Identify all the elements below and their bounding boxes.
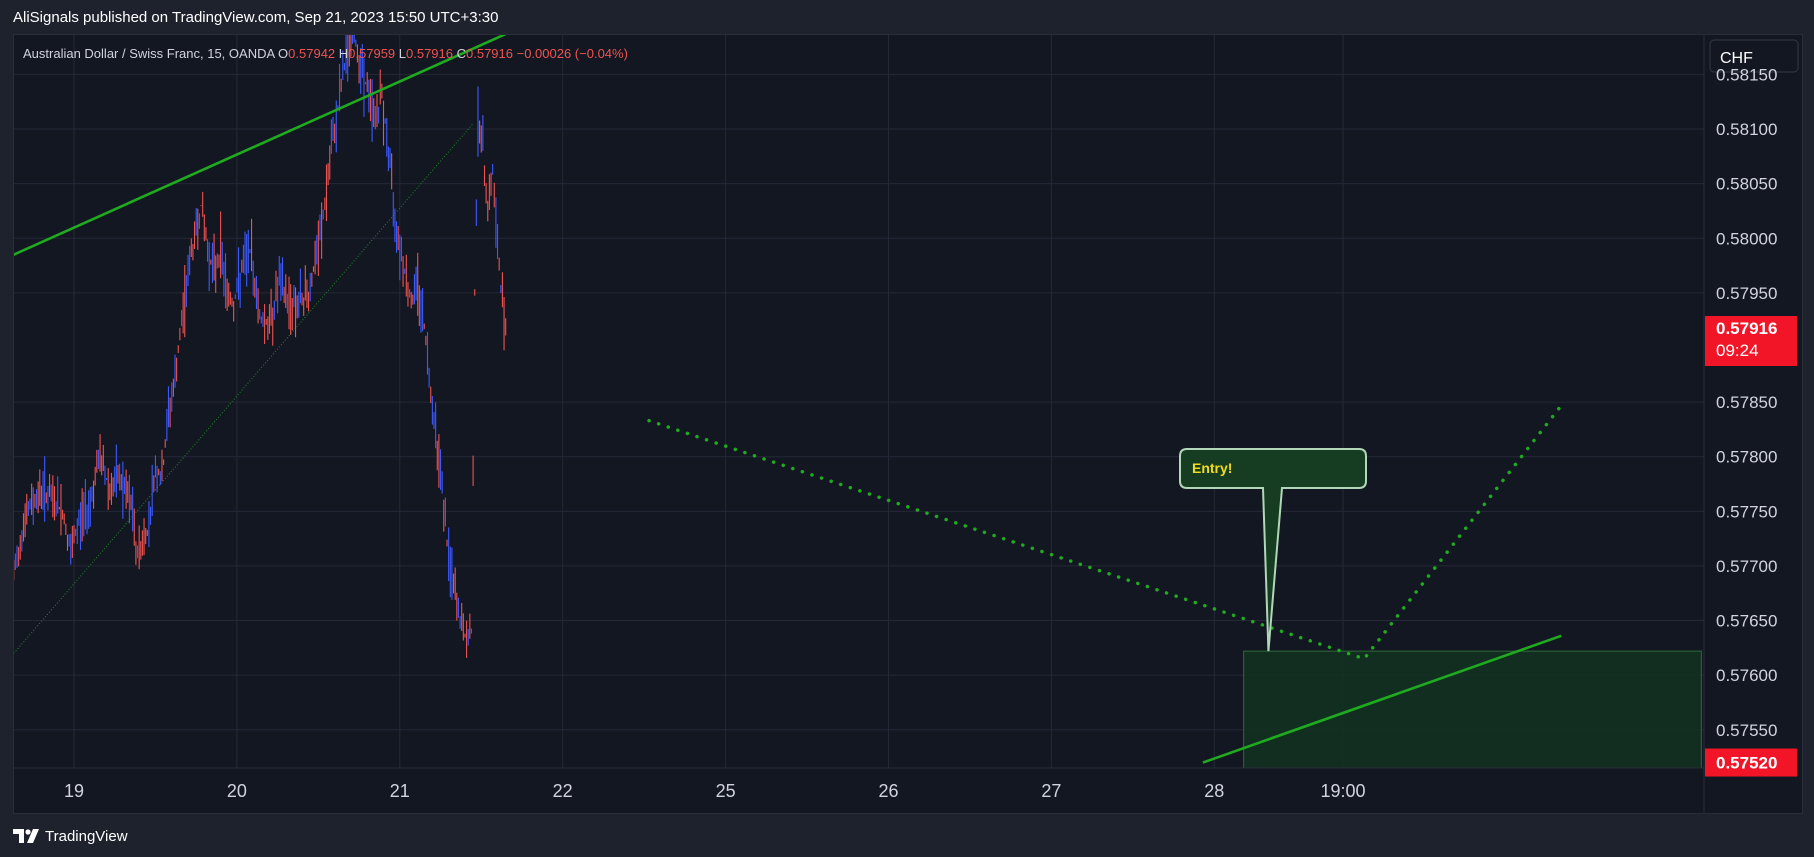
tradingview-logo-icon xyxy=(13,829,39,843)
footer-bar xyxy=(0,814,1814,857)
chart-frame xyxy=(13,34,1803,814)
tradingview-brand: TradingView xyxy=(45,827,128,845)
tradingview-logo[interactable]: TradingView xyxy=(13,826,128,846)
